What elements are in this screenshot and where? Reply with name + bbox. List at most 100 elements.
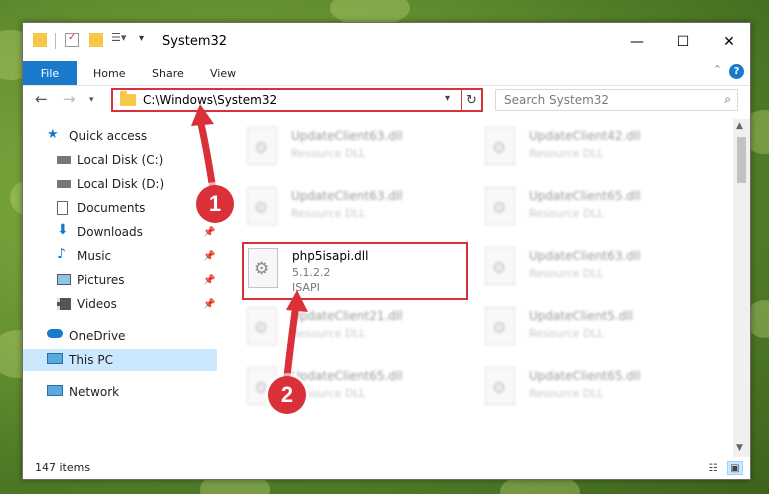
sidebar-item-onedrive[interactable]: OneDrive — [23, 325, 217, 347]
sidebar-item-documents[interactable]: Documents — [23, 197, 217, 219]
recent-locations-icon[interactable]: ▾ — [89, 95, 94, 105]
scroll-down-icon[interactable]: ▼ — [736, 443, 743, 453]
file-type: Resource DLL — [529, 147, 604, 160]
file-tile[interactable]: UpdateClient63.dll Resource DLL — [247, 185, 477, 235]
file-name: UpdateClient65.dll — [291, 369, 403, 383]
file-tile[interactable]: UpdateClient65.dll Resource DLL — [485, 185, 715, 235]
dll-file-icon — [247, 127, 277, 165]
tab-file[interactable]: File — [23, 61, 77, 85]
title-bar: ✓ ☰▾ ▾ System32 — ☐ ✕ — [23, 23, 750, 61]
star-icon: ★ — [47, 127, 59, 142]
file-description: ISAPI — [292, 281, 320, 294]
maximize-button[interactable]: ☐ — [660, 23, 706, 61]
file-type: Resource DLL — [291, 327, 366, 340]
highlighted-file-tile[interactable]: php5isapi.dll 5.1.2.2 ISAPI — [242, 242, 468, 300]
file-type: Resource DLL — [291, 147, 366, 160]
sidebar-item-label: Pictures — [77, 273, 125, 287]
new-folder-icon[interactable] — [89, 33, 103, 47]
sidebar-item-label: Downloads — [77, 225, 143, 239]
scrollbar-thumb[interactable] — [737, 137, 746, 183]
vertical-scrollbar[interactable]: ▲ ▼ — [733, 119, 750, 457]
properties-icon[interactable]: ✓ — [65, 32, 79, 47]
sidebar-item-local-disk-c[interactable]: Local Disk (C:) — [23, 149, 217, 171]
file-name: UpdateClient63.dll — [291, 189, 403, 203]
file-tile[interactable]: UpdateClient42.dll Resource DLL — [485, 125, 715, 175]
large-icons-view-icon[interactable]: ▣ — [727, 461, 743, 475]
dll-file-icon — [248, 248, 278, 288]
file-name: UpdateClient65.dll — [529, 189, 641, 203]
drive-icon — [57, 156, 71, 164]
file-type: Resource DLL — [529, 207, 604, 220]
file-name: UpdateClient63.dll — [529, 249, 641, 263]
network-icon — [47, 385, 63, 396]
forward-icon[interactable]: → — [63, 90, 76, 108]
sidebar-item-videos[interactable]: Videos 📌 — [23, 293, 217, 315]
navigation-pane: ★ Quick access Local Disk (C:) Local Dis… — [23, 119, 217, 457]
details-view-icon[interactable]: ☷ — [705, 461, 721, 475]
search-placeholder: Search System32 — [504, 93, 610, 107]
sidebar-item-local-disk-d[interactable]: Local Disk (D:) — [23, 173, 217, 195]
scroll-up-icon[interactable]: ▲ — [736, 121, 743, 131]
dll-file-icon — [485, 187, 515, 225]
file-tile[interactable]: UpdateClient65.dll Resource DLL — [485, 365, 715, 415]
dll-file-icon — [247, 187, 277, 225]
sidebar-item-label: OneDrive — [69, 329, 126, 343]
sidebar-item-network[interactable]: Network — [23, 381, 217, 403]
documents-icon — [57, 201, 68, 215]
download-icon: ⬇ — [57, 222, 69, 238]
pin-icon[interactable]: 📌 — [203, 275, 215, 286]
divider — [55, 33, 56, 49]
file-type: Resource DLL — [291, 207, 366, 220]
sidebar-item-music[interactable]: ♪ Music 📌 — [23, 245, 217, 267]
file-name: UpdateClient21.dll — [291, 309, 403, 323]
sidebar-item-label: Quick access — [69, 129, 148, 143]
computer-icon — [47, 353, 63, 364]
chevron-down-icon[interactable]: ▾ — [445, 93, 450, 104]
sidebar-item-label: Music — [77, 249, 112, 263]
sidebar-item-label: Local Disk (C:) — [77, 153, 164, 167]
search-input[interactable]: Search System32 ⌕ — [495, 89, 738, 111]
drive-icon — [57, 180, 71, 188]
status-bar: 147 items ☷ ▣ — [23, 457, 750, 481]
pin-icon[interactable]: 📌 — [203, 299, 215, 310]
dll-file-icon — [485, 247, 515, 285]
search-icon[interactable]: ⌕ — [724, 92, 731, 107]
sidebar-item-quick-access[interactable]: ★ Quick access — [23, 125, 217, 147]
address-path[interactable]: C:\Windows\System32 — [143, 93, 277, 107]
file-tile[interactable]: UpdateClient21.dll Resource DLL — [247, 305, 477, 355]
tab-home[interactable]: Home — [93, 61, 125, 85]
folder-icon — [120, 91, 136, 106]
window-title: System32 — [162, 34, 228, 49]
file-tile[interactable]: UpdateClient63.dll Resource DLL — [485, 245, 715, 295]
ribbon-tabs: File Home Share View ⌃ ? — [23, 61, 750, 85]
tab-share[interactable]: Share — [152, 61, 184, 85]
customize-toolbar-icon[interactable]: ☰▾ — [111, 31, 126, 45]
back-icon[interactable]: ← — [35, 90, 48, 108]
sidebar-item-pictures[interactable]: Pictures 📌 — [23, 269, 217, 291]
help-button[interactable]: ? — [729, 64, 744, 79]
chevron-down-icon[interactable]: ▾ — [139, 33, 144, 44]
sidebar-item-label: Network — [69, 385, 120, 399]
videos-icon — [57, 298, 71, 310]
dll-file-icon — [485, 127, 515, 165]
file-type: Resource DLL — [529, 267, 604, 280]
minimize-button[interactable]: — — [614, 23, 660, 61]
sidebar-item-this-pc[interactable]: This PC — [23, 349, 217, 371]
item-count: 147 items — [35, 461, 91, 474]
pin-icon[interactable]: 📌 — [203, 227, 215, 238]
tab-view[interactable]: View — [210, 61, 236, 85]
file-name: UpdateClient65.dll — [529, 369, 641, 383]
close-button[interactable]: ✕ — [706, 23, 752, 61]
file-name: UpdateClient63.dll — [291, 129, 403, 143]
chevron-up-icon[interactable]: ⌃ — [713, 63, 722, 76]
explorer-window: ✓ ☰▾ ▾ System32 — ☐ ✕ File Home Share Vi… — [22, 22, 751, 480]
file-tile[interactable]: UpdateClient5.dll Resource DLL — [485, 305, 715, 355]
address-bar[interactable]: C:\Windows\System32 ▾ ↻ — [111, 88, 483, 112]
pin-icon[interactable]: 📌 — [203, 251, 215, 262]
dll-file-icon — [485, 307, 515, 345]
sidebar-item-label: Videos — [77, 297, 117, 311]
sidebar-item-downloads[interactable]: ⬇ Downloads 📌 — [23, 221, 217, 243]
file-tile[interactable]: UpdateClient63.dll Resource DLL — [247, 125, 477, 175]
step-1-callout: 1 — [196, 185, 234, 223]
refresh-icon[interactable]: ↻ — [461, 90, 481, 110]
